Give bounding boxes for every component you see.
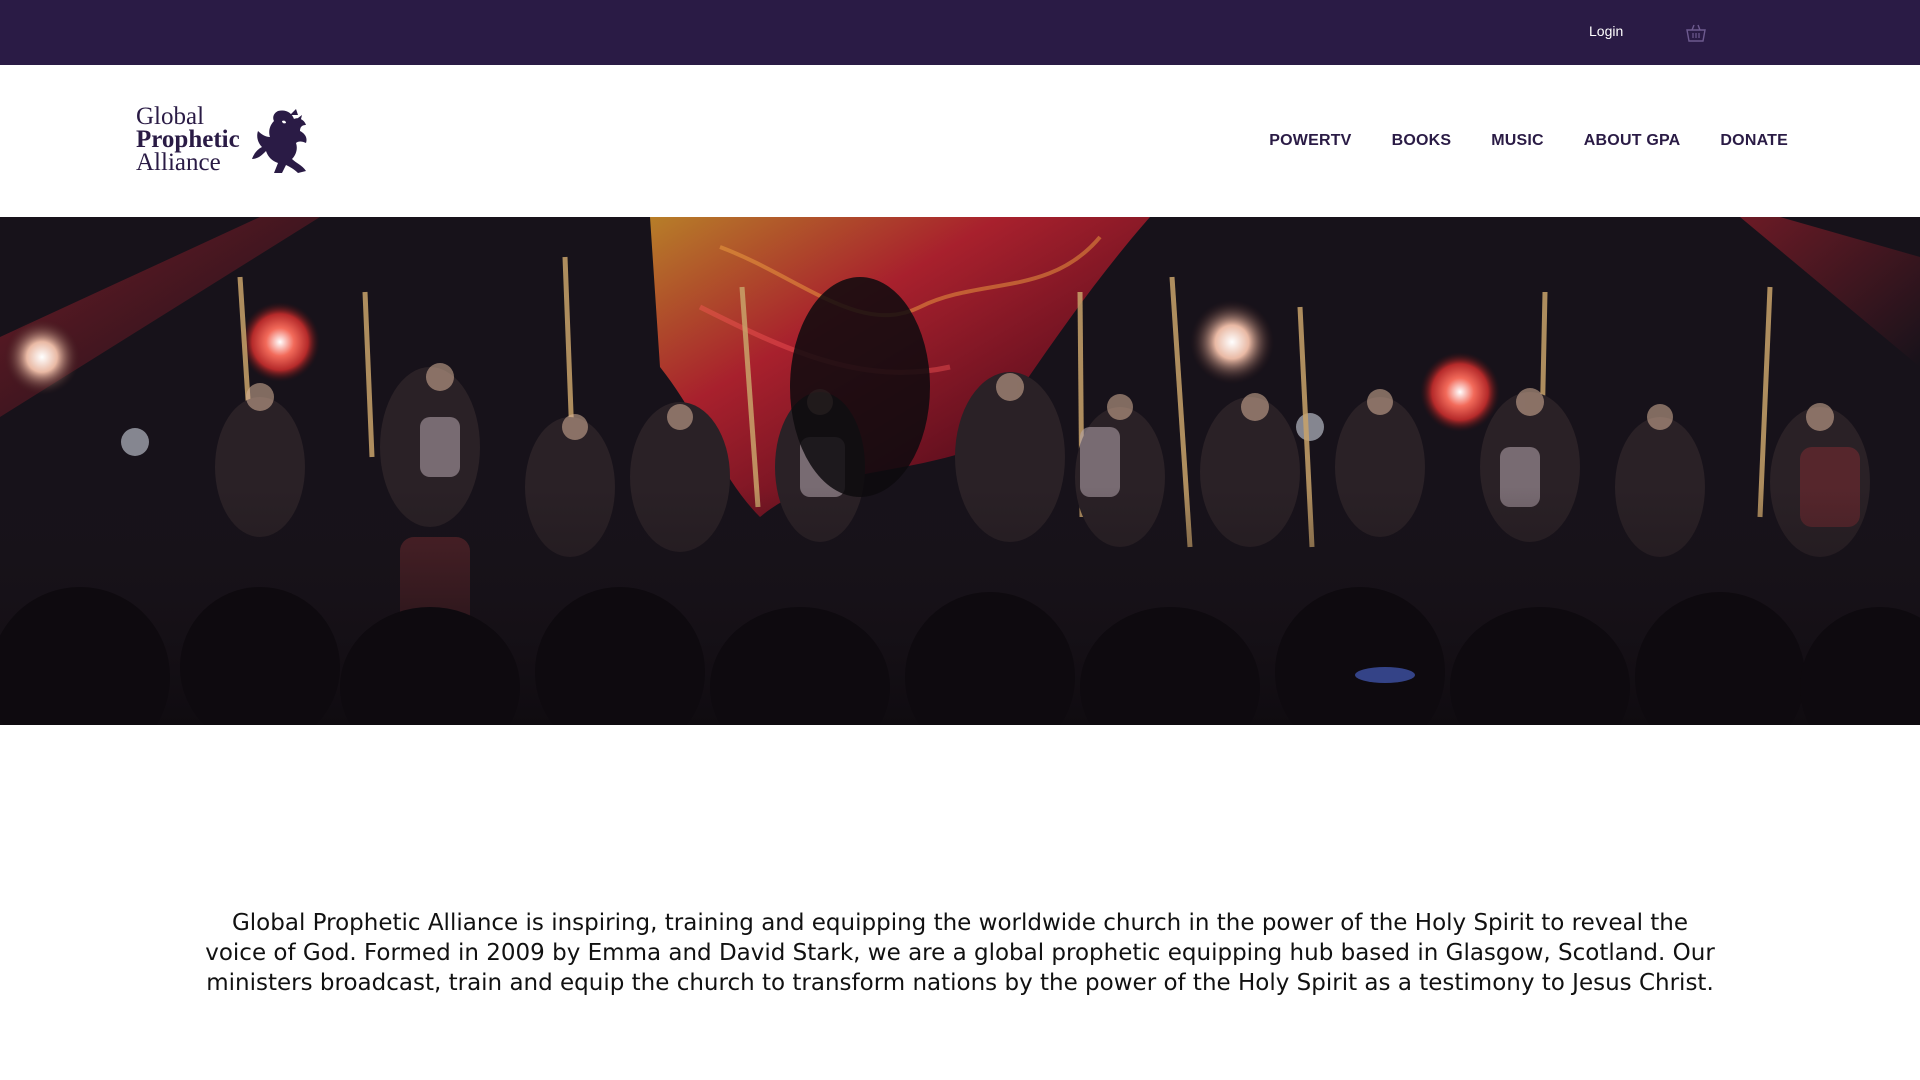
logo-line-prophetic: Prophetic xyxy=(136,126,240,153)
logo-line-global: Global xyxy=(136,103,205,130)
nav-item-powertv[interactable]: POWERTV xyxy=(1269,132,1351,150)
nav-item-music[interactable]: MUSIC xyxy=(1491,132,1544,150)
logo-wordmark: Global Prophetic Alliance xyxy=(136,103,248,176)
mission-statement: Global Prophetic Alliance is inspiring, … xyxy=(205,910,1715,996)
main-navigation: POWERTV BOOKS MUSIC ABOUT GPA DONATE xyxy=(1229,65,1788,217)
top-utility-bar: Login xyxy=(0,0,1920,65)
nav-item-donate[interactable]: DONATE xyxy=(1720,132,1788,150)
nav-item-about-gpa[interactable]: ABOUT GPA xyxy=(1584,132,1681,150)
lion-rampant-icon xyxy=(248,107,312,177)
hero-image xyxy=(0,217,1920,725)
logo-line-alliance: Alliance xyxy=(136,149,221,176)
site-logo[interactable]: Global Prophetic Alliance xyxy=(136,103,316,181)
worship-stage-photo xyxy=(0,217,1920,725)
shopping-basket-icon[interactable] xyxy=(1685,22,1707,44)
login-link[interactable]: Login xyxy=(1589,23,1623,39)
nav-item-books[interactable]: BOOKS xyxy=(1392,132,1452,150)
